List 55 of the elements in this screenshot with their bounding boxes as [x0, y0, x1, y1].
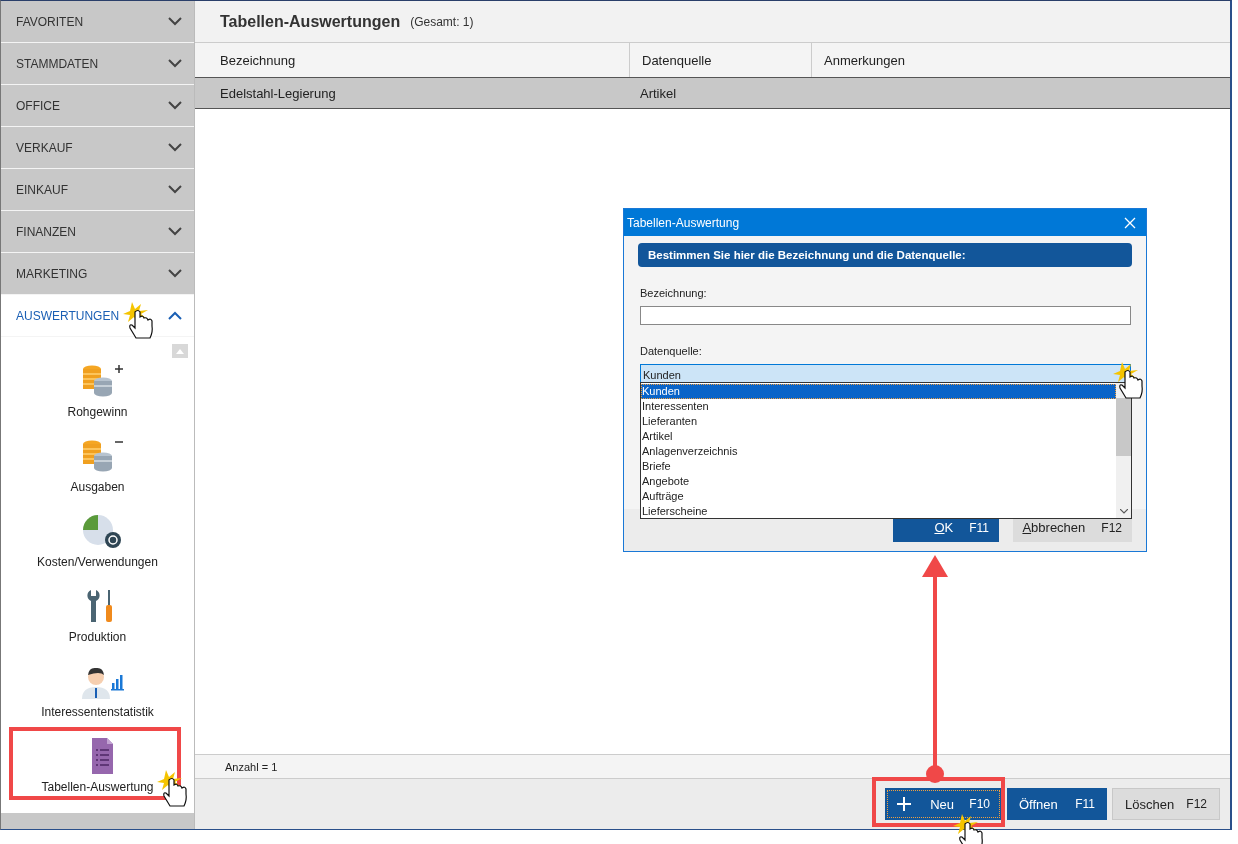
chevron-icon	[168, 101, 182, 110]
dropdown-option[interactable]: Briefe	[641, 459, 1116, 474]
arrow-up-icon	[176, 348, 184, 354]
sidebar-item[interactable]: Rohgewinn	[67, 363, 128, 438]
coins-plus-icon	[80, 363, 125, 399]
chevron-icon	[168, 17, 182, 26]
hand-cursor-icon	[123, 302, 153, 339]
sidebar-section-header[interactable]: OFFICE	[1, 85, 194, 127]
sidebar-section-header[interactable]: STAMMDATEN	[1, 43, 194, 85]
close-icon[interactable]	[1124, 216, 1136, 229]
sidebar-section-header[interactable]: FAVORITEN	[1, 1, 194, 43]
hand-cursor-icon	[157, 770, 187, 807]
action-button[interactable]: Löschen F12	[1112, 788, 1220, 820]
table-row[interactable]: Edelstahl-Legierung Artikel	[195, 78, 1230, 109]
action-button[interactable]: Öffnen F11	[1007, 788, 1107, 820]
sidebar-section-header[interactable]: VERKAUF	[1, 127, 194, 169]
action-button[interactable]: Neu F10	[885, 788, 1002, 820]
table-cell-text: Artikel	[639, 85, 678, 101]
dropdown-option[interactable]: Artikel	[641, 429, 1116, 444]
chevron-icon	[168, 227, 182, 236]
dropdown-option[interactable]: Aufträge	[641, 489, 1116, 504]
chevron-icon	[168, 269, 182, 278]
page-title: Tabellen-Auswertungen	[220, 12, 401, 31]
dropdown-option[interactable]: Anlagenverzeichnis	[641, 444, 1116, 459]
coins-minus-icon	[80, 438, 125, 474]
sidebar-item[interactable]: Interessentenstatistik	[41, 663, 154, 738]
dropdown-option[interactable]: Interessenten	[641, 399, 1116, 414]
sidebar-item[interactable]: Kosten/Verwendungen	[37, 513, 158, 588]
dropdown-option[interactable]: Lieferanten	[641, 414, 1116, 429]
chevron-down-icon	[1120, 509, 1128, 514]
column-header[interactable]: Bezeichnung	[195, 43, 630, 77]
dropdown-option[interactable]: Kunden	[641, 384, 1116, 399]
sidebar-item[interactable]: Tabellen-Auswertung	[41, 738, 154, 813]
scrollbar[interactable]	[1116, 383, 1131, 518]
table-cell-text: Edelstahl-Legierung	[219, 85, 337, 101]
row-count: Anzahl = 1	[225, 760, 278, 773]
chevron-icon	[168, 311, 182, 320]
field-label: Datenquelle:	[640, 345, 703, 357]
sidebar-section-header[interactable]: FINANZEN	[1, 211, 194, 253]
plus-icon	[897, 797, 911, 811]
dialog-title: Tabellen-Auswertung	[627, 215, 740, 230]
name-input-field[interactable]	[640, 306, 1131, 325]
instruction-banner: Bestimmen Sie hier die Bezeichnung und die Datenquelle:	[638, 243, 1132, 267]
sidebar-section-header[interactable]: MARKETING	[1, 253, 194, 295]
dropdown-option[interactable]: Angebote	[641, 474, 1116, 489]
chevron-icon	[168, 185, 182, 194]
record-count: (Gesamt: 1)	[410, 14, 474, 29]
column-header[interactable]: Datenquelle	[630, 43, 812, 77]
sidebar-section-header[interactable]: EINKAUF	[1, 169, 194, 211]
sidebar-item[interactable]: Ausgaben	[70, 438, 125, 513]
chevron-icon	[168, 59, 182, 68]
sidebar-item[interactable]: Produktion	[68, 588, 127, 663]
column-header[interactable]: Anmerkungen	[812, 43, 1230, 77]
chevron-icon	[168, 143, 182, 152]
field-label: Bezeichnung:	[640, 287, 708, 299]
